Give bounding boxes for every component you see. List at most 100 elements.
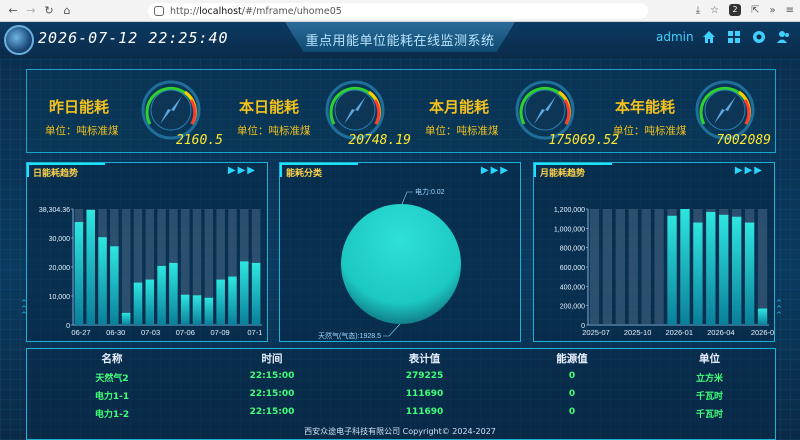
bar-background (641, 209, 651, 325)
bar (74, 222, 84, 325)
kpi-label: 本月能耗 (429, 98, 490, 116)
bar (744, 222, 755, 325)
bar (133, 282, 143, 325)
bar (732, 216, 742, 325)
y-tick-label: 30,000 (49, 236, 71, 243)
y-tick-label: 800,000 (560, 246, 585, 253)
gauge-icon (515, 80, 575, 140)
bookmark-star-icon[interactable]: ☆ (710, 5, 719, 16)
monthly-chart: 1,200,000 1,000,000 800,000 600,000 400,000 2… (554, 207, 774, 337)
settings-icon[interactable] (752, 30, 766, 44)
y-tick-label: 10,000 (49, 294, 71, 301)
kpi-label: 本年能耗 (615, 98, 676, 116)
cell-meter: 279225 (405, 371, 444, 381)
bar (216, 279, 225, 325)
address-bar[interactable]: http://localhost/#/mframe/uhome05 (148, 3, 648, 19)
x-tick-label: 2026-04 (707, 328, 735, 337)
y-tick-label: 20,000 (49, 265, 71, 272)
kpi-value: 2160.5 (176, 133, 223, 148)
x-tick-label: 07-1 (247, 328, 262, 337)
y-tick-label: 600,000 (560, 265, 585, 272)
cell-time: 22:15:00 (249, 371, 295, 381)
table-row[interactable]: 电力1-2 22:15:00 111690 0 千瓦时 (27, 407, 775, 420)
datetime-display: 2026-07-12 22:25:40 (38, 29, 229, 47)
bar (240, 261, 249, 325)
kpi-yesterday: 昨日能耗 单位：吨标准煤 2160.5 (45, 70, 229, 154)
reload-icon[interactable]: ↻ (40, 4, 58, 17)
cell-energy: 0 (568, 371, 576, 381)
cell-energy: 0 (568, 407, 576, 417)
monthly-trend-panel: 月能耗趋势 ▶▶▶ 1,200,000 1,000,000 800,000 600,0… (533, 162, 775, 342)
url-path: /#/mframe/uhome05 (241, 5, 342, 17)
user-name[interactable]: admin (656, 30, 694, 44)
grid-icon[interactable] (727, 30, 741, 44)
col-unit: 单位 (699, 353, 720, 365)
x-tick-label: 2025-07 (582, 328, 610, 337)
gauge-icon (695, 80, 755, 140)
home-icon[interactable] (702, 30, 716, 44)
table-header: 名称 时间 表计值 能源值 单位 (27, 351, 775, 366)
dashboard: 2026-07-12 22:25:40 重点用能单位能耗在线监测系统 admin… (0, 22, 800, 440)
extensions-badge[interactable]: 2 (729, 4, 742, 16)
browser-toolbar: ← → ↻ ⌂ http://localhost/#/mframe/uhome0… (0, 0, 800, 22)
cell-name: 电力1-2 (94, 410, 130, 420)
cell-meter: 111690 (405, 389, 444, 399)
site-info-icon[interactable] (154, 6, 164, 16)
category-panel: 能耗分类 ▶▶▶ 电力:0.02 天然气(气态):1928.5 (279, 162, 521, 342)
share-icon[interactable]: ⇱ (751, 5, 759, 16)
users-icon[interactable] (777, 30, 791, 44)
home-browser-icon[interactable]: ⌂ (58, 4, 76, 17)
cell-unit: 立方米 (695, 374, 723, 384)
bar (86, 209, 95, 325)
y-tick-label: 1,000,000 (554, 226, 585, 233)
bar-background (589, 209, 600, 325)
panel-arrows-icon[interactable]: ▶▶▶ (228, 165, 257, 176)
bar (145, 279, 155, 325)
kpi-value: 7002089 (716, 133, 771, 148)
bar (228, 276, 237, 325)
y-tick-label: 400,000 (560, 284, 585, 291)
menu-icon[interactable]: ≡ (786, 5, 794, 16)
cell-time: 22:15:00 (249, 389, 295, 399)
bar (157, 265, 166, 325)
cell-name: 天然气2 (95, 374, 129, 384)
pie-label-gas: 天然气(气态):1928.5 (318, 331, 381, 340)
table-row[interactable]: 天然气2 22:15:00 279225 0 立方米 (27, 371, 775, 384)
cell-energy: 0 (568, 389, 576, 399)
bar (98, 237, 107, 325)
cell-time: 22:15:00 (249, 407, 295, 417)
bar (180, 294, 190, 325)
pie-label-electricity: 电力:0.02 (415, 187, 445, 196)
bar (251, 262, 261, 325)
col-name: 名称 (101, 353, 123, 365)
bar (706, 211, 716, 325)
kpi-panel: 昨日能耗 单位：吨标准煤 2160.5 本日能耗 单位：吨标准煤 20748.1… (26, 69, 776, 153)
bar (757, 308, 768, 325)
bar-background (654, 209, 664, 325)
cell-name: 电力1-1 (94, 392, 130, 402)
bar (110, 246, 119, 325)
cell-unit: 千瓦时 (695, 392, 723, 402)
daily-chart: 38,304.36 30,000 20,000 10,000 006-27 06-30 07… (39, 207, 263, 337)
x-tick-label: 06-30 (106, 328, 125, 337)
y-tick-label: 1,200,000 (554, 207, 585, 214)
kpi-unit: 单位：吨标准煤 (425, 125, 499, 137)
footer-copyright: 西安众途电子科技有限公司 Copyright© 2024-2027 (304, 427, 496, 436)
panel-arrows-icon[interactable]: ▶▶▶ (735, 165, 764, 176)
kpi-label: 昨日能耗 (49, 98, 110, 116)
back-icon[interactable]: ← (4, 4, 22, 17)
panel-arrows-icon[interactable]: ▶▶▶ (481, 165, 510, 176)
col-energy: 能源值 (556, 353, 588, 365)
download-icon[interactable]: ⤓ (696, 5, 700, 16)
y-tick-label: 200,000 (560, 304, 585, 311)
x-tick-label: 07-03 (141, 328, 160, 337)
table-row[interactable]: 电力1-1 22:15:00 111690 0 千瓦时 (27, 389, 775, 402)
pie-leader-line (383, 323, 401, 337)
kpi-label: 本日能耗 (239, 98, 300, 116)
forward-icon[interactable]: → (22, 4, 40, 17)
bar (693, 222, 703, 325)
overflow-chevron-icon[interactable]: » (769, 5, 775, 16)
bar (719, 214, 729, 325)
bar (680, 209, 690, 325)
kpi-year: 本年能耗 单位：吨标准煤 7002089 (613, 70, 775, 154)
